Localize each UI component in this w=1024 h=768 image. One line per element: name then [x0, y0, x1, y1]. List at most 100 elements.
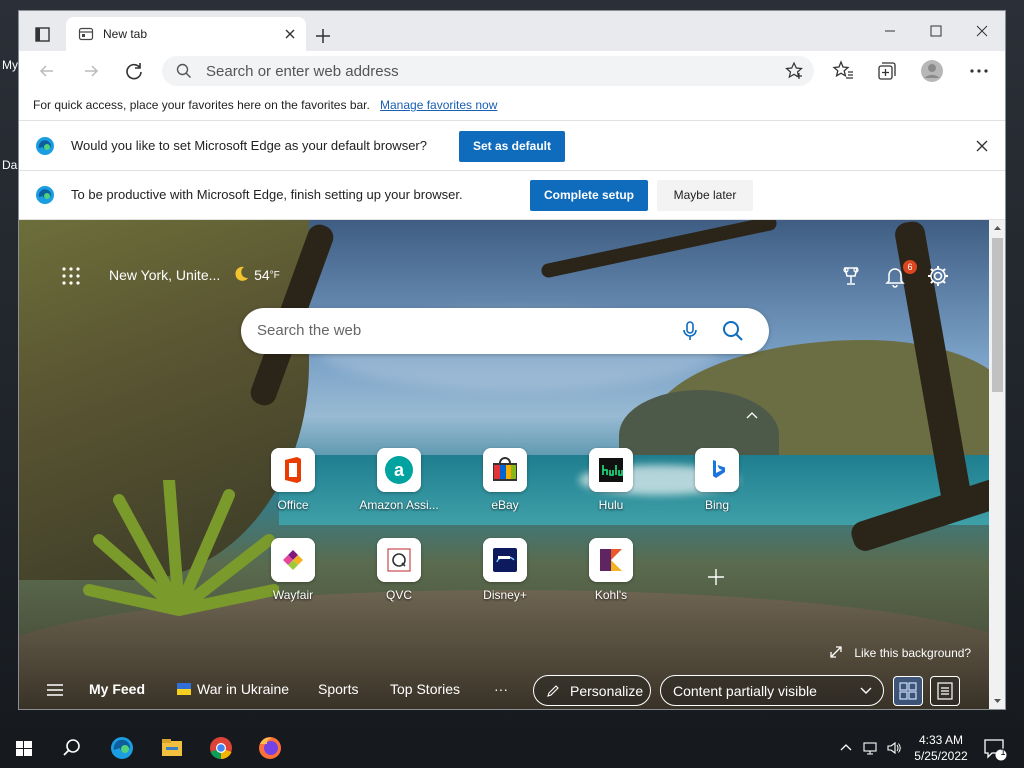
grid-layout-button[interactable] — [893, 676, 923, 706]
quick-link-bing[interactable]: Bing — [674, 448, 760, 524]
file-explorer-icon[interactable] — [158, 734, 186, 762]
tab-title: New tab — [103, 27, 148, 41]
chrome-icon[interactable] — [207, 734, 235, 762]
apps-launcher-icon[interactable] — [61, 266, 81, 286]
navigation-toolbar: Search or enter web address — [19, 51, 1005, 91]
tab-actions-icon — [35, 27, 50, 42]
search-icon[interactable] — [721, 319, 745, 343]
tab-strip: New tab — [19, 11, 1005, 51]
complete-setup-button[interactable]: Complete setup — [530, 180, 648, 211]
microphone-icon[interactable] — [679, 320, 701, 342]
chevron-up-icon[interactable] — [745, 410, 759, 420]
page-settings-gear-icon[interactable] — [926, 264, 950, 288]
edge-logo-icon — [36, 137, 54, 155]
system-clock[interactable]: 4:33 AM 5/25/2022 — [910, 732, 972, 764]
quick-link-label: Hulu — [598, 498, 624, 512]
address-bar-placeholder: Search or enter web address — [206, 63, 399, 80]
new-tab-button[interactable] — [312, 25, 334, 47]
tab-new-tab[interactable]: New tab — [66, 17, 306, 51]
web-search-box[interactable]: Search the web — [241, 308, 769, 354]
desktop-icon-label[interactable]: My — [2, 58, 18, 72]
search-icon[interactable] — [58, 734, 86, 762]
refresh-icon[interactable] — [120, 57, 148, 85]
list-layout-button[interactable] — [930, 676, 960, 706]
feed-tab-war-in-ukraine[interactable]: War in Ukraine — [177, 681, 289, 697]
weather-widget[interactable]: New York, Unite... 54°F — [109, 265, 280, 283]
set-as-default-button[interactable]: Set as default — [459, 131, 565, 162]
ebay-icon — [483, 448, 527, 492]
action-center-count: 1 — [1000, 747, 1006, 757]
quick-link-hulu[interactable]: Hulu — [568, 448, 654, 524]
svg-text:a: a — [394, 460, 405, 480]
amazon-assistant-icon: a — [377, 448, 421, 492]
close-tab-icon[interactable] — [280, 24, 300, 44]
expand-icon — [830, 646, 842, 658]
network-icon[interactable] — [862, 740, 878, 756]
feed-tab-top-stories[interactable]: Top Stories — [390, 681, 460, 697]
rewards-trophy-icon[interactable] — [839, 264, 863, 288]
feed-tab-sports[interactable]: Sports — [318, 681, 358, 697]
quick-link-label: Amazon Assi... — [359, 498, 439, 512]
feed-more-button[interactable]: ··· — [494, 681, 508, 697]
scroll-up-icon[interactable] — [993, 224, 1002, 233]
windows-start-icon[interactable] — [10, 734, 38, 762]
quick-link-label: eBay — [491, 498, 519, 512]
quick-link-wayfair[interactable]: Wayfair — [250, 538, 336, 614]
default-browser-infobar: Would you like to set Microsoft Edge as … — [19, 122, 1005, 171]
clock-time: 4:33 AM — [918, 733, 964, 747]
weather-unit: °F — [269, 270, 280, 281]
back-arrow-icon[interactable] — [33, 57, 61, 85]
setup-message: To be productive with Microsoft Edge, fi… — [71, 187, 463, 202]
profile-avatar-icon[interactable] — [918, 57, 946, 85]
quick-link-label: Kohl's — [594, 588, 628, 602]
close-infobar-icon[interactable] — [974, 138, 990, 154]
manage-favorites-link[interactable]: Manage favorites now — [380, 98, 497, 112]
setup-infobar: To be productive with Microsoft Edge, fi… — [19, 171, 1005, 220]
maximize-icon[interactable] — [913, 17, 959, 45]
settings-more-icon[interactable] — [965, 57, 993, 85]
quick-link-disney[interactable]: Disney+ — [462, 538, 548, 614]
background-prompt[interactable]: Like this background? — [829, 645, 971, 660]
chevron-up-icon[interactable] — [838, 740, 854, 756]
content-visibility-dropdown[interactable]: Content partially visible — [660, 675, 884, 706]
maybe-later-button[interactable]: Maybe later — [657, 180, 753, 211]
edge-logo-icon — [36, 186, 54, 204]
desktop-icon-label[interactable]: Da — [2, 158, 17, 172]
feed-navigation-bar: My Feed War in Ukraine Sports Top Storie… — [19, 670, 989, 709]
quick-link-amazon[interactable]: a Amazon Assi... — [356, 448, 442, 524]
collections-icon[interactable] — [873, 57, 901, 85]
pencil-icon — [547, 685, 559, 697]
tab-actions-button[interactable] — [27, 22, 57, 48]
firefox-icon[interactable] — [256, 734, 284, 762]
quick-link-label: Office — [277, 498, 309, 512]
volume-icon[interactable] — [886, 740, 902, 756]
add-favorite-star-icon[interactable] — [784, 61, 804, 81]
quick-link-qvc[interactable]: QVC — [356, 538, 442, 614]
favorites-bar-message: For quick access, place your favorites h… — [33, 98, 370, 112]
feed-tab-my-feed[interactable]: My Feed — [89, 681, 145, 697]
address-bar[interactable]: Search or enter web address — [162, 56, 814, 86]
weather-temperature: 54 — [254, 267, 270, 283]
edge-taskbar-icon[interactable] — [108, 734, 136, 762]
quick-link-kohls[interactable]: Kohl's — [568, 538, 654, 614]
chevron-down-icon — [860, 687, 872, 694]
quick-link-office[interactable]: Office — [250, 448, 336, 524]
background-aloe-plant — [83, 480, 279, 616]
background-prompt-text: Like this background? — [854, 646, 972, 660]
forward-arrow-icon[interactable] — [77, 57, 105, 85]
close-window-icon[interactable] — [959, 17, 1005, 45]
bing-icon — [695, 448, 739, 492]
scroll-down-icon[interactable] — [993, 696, 1002, 705]
content-visibility-value: Content partially visible — [673, 683, 817, 699]
kohls-icon — [589, 538, 633, 582]
minimize-icon[interactable] — [867, 17, 913, 45]
favorites-icon[interactable] — [829, 57, 857, 85]
add-quick-link-icon[interactable] — [704, 565, 728, 589]
hamburger-menu-icon[interactable] — [45, 682, 65, 698]
hulu-icon — [589, 448, 633, 492]
scrollbar-thumb[interactable] — [992, 238, 1003, 392]
weather-location: New York, Unite... — [109, 267, 221, 283]
personalize-button[interactable]: Personalize — [533, 675, 651, 706]
page-scrollbar[interactable] — [989, 220, 1005, 709]
quick-link-ebay[interactable]: eBay — [462, 448, 548, 524]
